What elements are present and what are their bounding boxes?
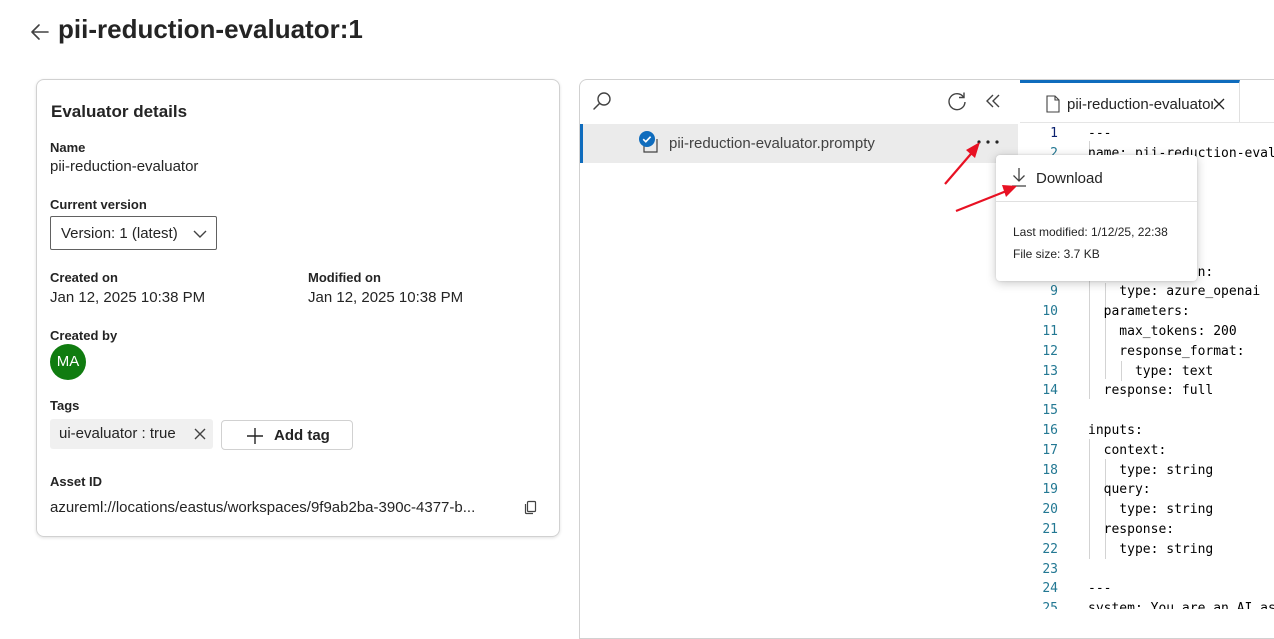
evaluator-details-card: Evaluator details Name pii-reduction-eva… [36,79,560,537]
document-icon [1046,95,1060,113]
created-by-label: Created by [50,328,118,343]
download-label: Download [1036,170,1103,187]
line-number: 14 [1042,383,1058,399]
code-line: type: text [1088,363,1214,379]
card-title: Evaluator details [51,102,188,121]
created-on-value: Jan 12, 2025 10:38 PM [50,289,206,306]
line-number: 24 [1042,581,1058,597]
line-number: 17 [1042,442,1058,458]
line-number: 10 [1042,304,1058,320]
line-number: 16 [1042,423,1058,438]
file-name: pii-reduction-evaluator.prompty [669,135,875,152]
line-number: 13 [1042,363,1058,379]
asset-id-label: Asset ID [50,474,103,489]
avatar[interactable]: MA [50,344,86,380]
file-size-text: File size: 3.7 KB [1013,247,1100,261]
code-line: --- [1088,581,1112,597]
line-number: 11 [1042,324,1058,339]
tags-label: Tags [50,398,80,413]
copy-icon[interactable] [523,499,539,515]
line-number: 19 [1042,482,1058,498]
code-line: --- [1088,126,1112,141]
modified-on-label: Modified on [308,270,381,285]
line-number: 9 [1050,284,1058,300]
file-context-menu: Download Last modified: 1/12/25, 22:38 F… [996,155,1197,281]
name-value: pii-reduction-evaluator [50,158,199,175]
line-number: 18 [1042,462,1058,478]
page-title: pii-reduction-evaluator:1 [58,14,363,44]
file-checked-icon [639,131,658,153]
line-number: 1 [1050,126,1058,141]
plus-icon [247,428,263,444]
line-number: 21 [1042,522,1058,537]
code-line: context: [1088,442,1167,458]
code-line: type: string [1088,502,1214,518]
annotation-arrow [955,185,1017,213]
chevron-down-icon [193,230,207,238]
line-number: 20 [1042,502,1058,518]
tab-label: pii-reduction-evaluator.prompty [1067,96,1213,113]
name-label: Name [50,140,86,155]
add-tag-button[interactable]: Add tag [221,420,353,450]
back-arrow-icon[interactable] [28,20,52,44]
code-line: type: string [1088,541,1214,557]
code-line: max_tokens: 200 [1088,324,1237,339]
refresh-icon[interactable] [946,90,968,112]
close-icon[interactable] [1213,98,1225,110]
code-line: parameters: [1088,304,1190,320]
tag-chip: ui-evaluator : true [50,419,213,449]
code-line: response: full [1088,383,1214,399]
code-line: inputs: [1088,423,1143,438]
line-number: 23 [1042,561,1058,577]
tag-chip-label: ui-evaluator : true [59,425,176,442]
search-icon[interactable] [592,91,612,111]
modified-on-value: Jan 12, 2025 10:38 PM [308,289,464,306]
current-version-label: Current version [50,197,147,212]
asset-id-value: azureml://locations/eastus/workspaces/9f… [50,499,476,516]
created-on-label: Created on [50,270,118,285]
remove-tag-icon[interactable] [193,427,207,441]
code-line: type: string [1088,462,1214,478]
last-modified-text: Last modified: 1/12/25, 22:38 [1013,225,1168,239]
version-dropdown[interactable]: Version: 1 (latest) [50,216,217,250]
line-number: 12 [1042,343,1058,359]
line-number: 15 [1042,403,1058,419]
menu-divider [996,201,1197,202]
code-line: query: [1088,482,1151,498]
tab-prompty-file[interactable]: pii-reduction-evaluator.prompty [1020,80,1240,122]
collapse-pane-icon[interactable] [984,92,1002,110]
add-tag-label: Add tag [274,427,330,444]
code-line: response_format: [1088,343,1245,359]
code-line: response: [1088,522,1175,537]
version-dropdown-value: Version: 1 (latest) [61,225,178,242]
line-number: 22 [1042,541,1058,557]
code-line: type: azure_openai [1088,284,1261,300]
